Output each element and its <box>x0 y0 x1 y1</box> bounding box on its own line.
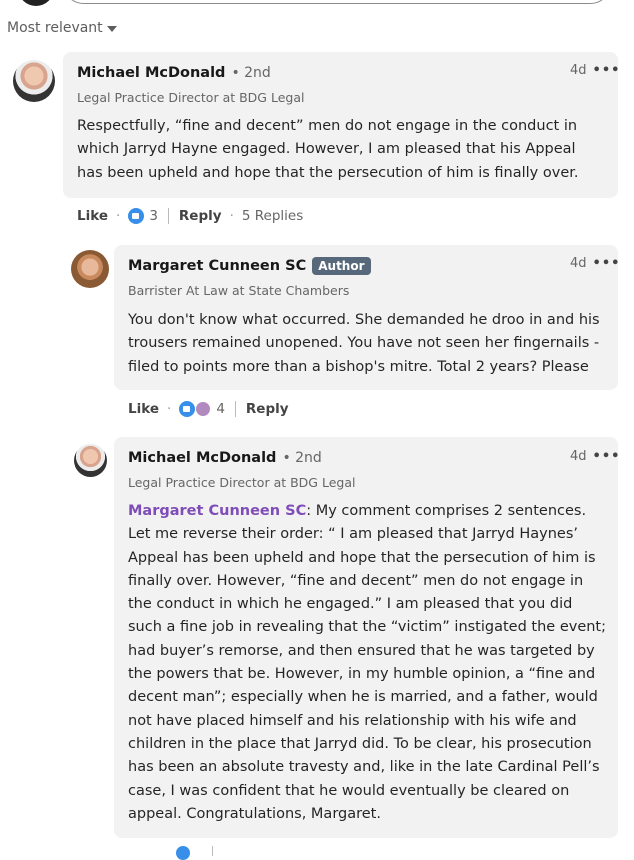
author-headline: Legal Practice Director at BDG Legal <box>77 90 305 105</box>
author-headline: Barrister At Law at State Chambers <box>128 283 350 298</box>
current-user-avatar <box>18 0 54 6</box>
comment-text: Margaret Cunneen SC: My comment comprise… <box>128 500 608 826</box>
avatar[interactable] <box>74 444 107 477</box>
reply-button[interactable]: Reply <box>179 208 222 224</box>
avatar[interactable] <box>71 250 109 288</box>
separator: · <box>167 401 172 417</box>
like-reaction-icon[interactable] <box>176 846 190 860</box>
timestamp: 4d <box>570 449 587 464</box>
divider <box>167 208 169 224</box>
love-reaction-icon[interactable] <box>195 401 212 417</box>
like-button[interactable]: Like <box>128 401 159 417</box>
separator: · <box>116 208 121 224</box>
comment-body: : My comment comprises 2 sentences. Let … <box>128 503 606 822</box>
replies-count[interactable]: 5 Replies <box>242 208 303 224</box>
author-headline: Legal Practice Director at BDG Legal <box>128 475 356 490</box>
comment-text: You don't know what occurred. She demand… <box>128 312 600 375</box>
add-comment-input[interactable] <box>62 0 612 4</box>
avatar[interactable] <box>13 60 55 102</box>
reply-button[interactable]: Reply <box>246 401 289 417</box>
timestamp: 4d <box>570 63 587 78</box>
divider <box>234 401 236 417</box>
connection-degree: • 2nd <box>231 65 271 81</box>
mention-link[interactable]: Margaret Cunneen SC <box>128 503 306 519</box>
timestamp: 4d <box>570 256 587 271</box>
author-name[interactable]: Michael McDonald <box>77 65 225 81</box>
more-options-icon[interactable]: ••• <box>593 257 621 270</box>
sort-label: Most relevant <box>7 20 103 36</box>
like-reaction-icon[interactable] <box>179 401 196 417</box>
more-options-icon[interactable]: ••• <box>593 64 621 77</box>
like-reaction-icon[interactable] <box>128 208 145 224</box>
author-name[interactable]: Margaret Cunneen SC <box>128 258 306 274</box>
sort-dropdown[interactable]: Most relevant <box>7 20 117 36</box>
more-options-icon[interactable]: ••• <box>593 450 621 463</box>
caret-down-icon <box>106 25 117 32</box>
like-button[interactable]: Like <box>77 208 108 224</box>
author-badge: Author <box>312 257 371 275</box>
reaction-count[interactable]: 3 <box>149 208 158 224</box>
separator: · <box>229 208 234 224</box>
author-name[interactable]: Michael McDonald <box>128 450 276 466</box>
reaction-count[interactable]: 4 <box>216 401 225 417</box>
divider <box>212 846 213 856</box>
connection-degree: • 2nd <box>282 450 322 466</box>
comment-text: Respectfully, “fine and decent” men do n… <box>77 118 579 181</box>
